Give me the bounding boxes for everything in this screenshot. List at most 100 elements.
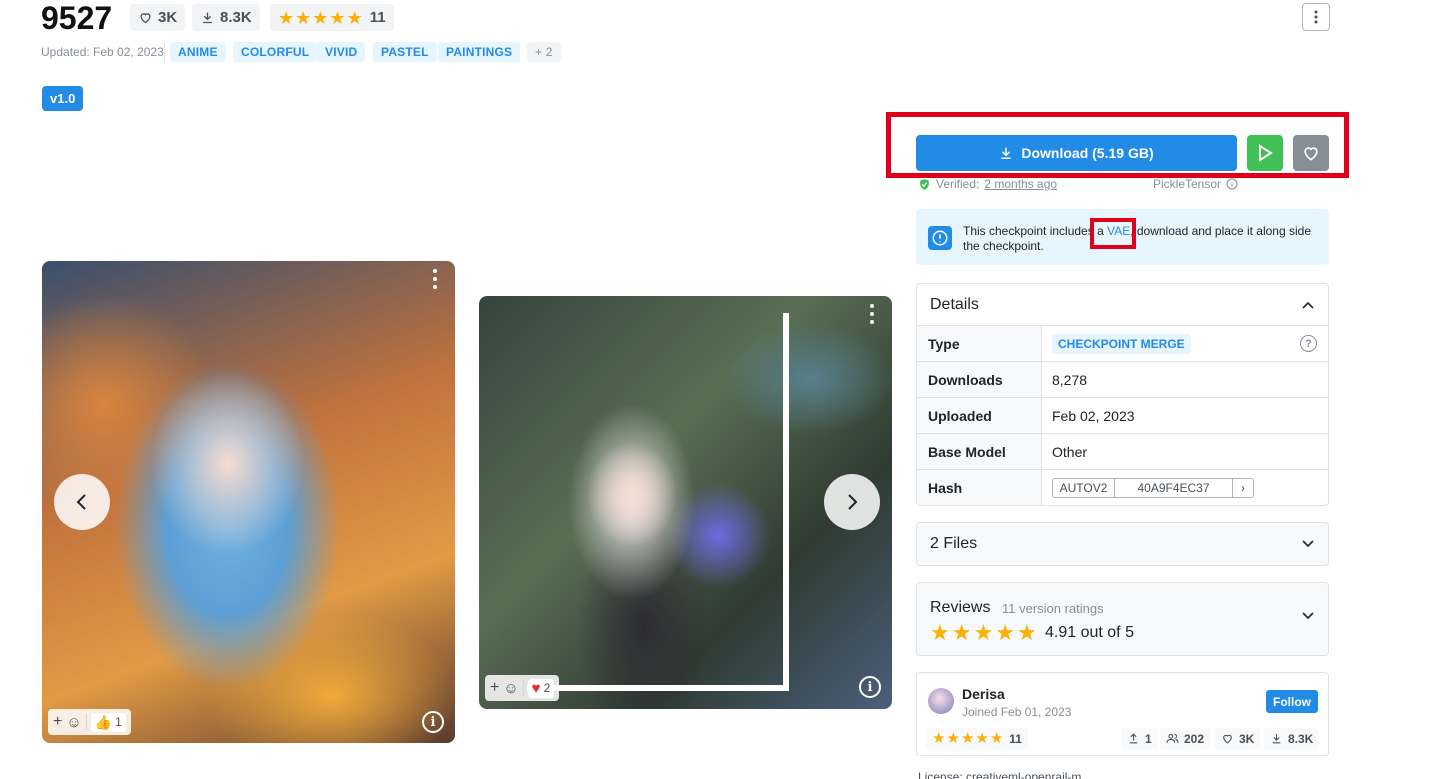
download-button[interactable]: Download (5.19 GB) [916,135,1237,171]
likes-count: 3K [158,9,178,26]
upload-icon [1129,733,1138,744]
star-icon: ★ [973,620,994,645]
verified-date-link[interactable]: 2 months ago [984,177,1057,191]
hash-selector[interactable]: AUTOV2 40A9F4EC37 › [1052,478,1254,498]
verified-status: Verified: 2 months ago [918,177,1057,191]
star-icon: ★ [989,730,1004,747]
info-icon[interactable] [1226,178,1238,190]
add-reaction-icon[interactable]: + [490,679,499,697]
hash-type[interactable]: AUTOV2 [1053,479,1115,497]
avatar[interactable] [928,688,954,714]
star-icon: ★ [346,7,363,28]
creator-likes: 3K [1215,728,1261,749]
carousel-next-button[interactable] [824,474,880,530]
downloads-badge: 8.3K [192,4,260,31]
favorite-button[interactable] [1293,135,1329,171]
download-icon [203,12,212,24]
like-reaction[interactable]: 👍 1 [90,712,126,732]
more-options-button[interactable] [1302,3,1330,31]
likes-badge: 3K [130,4,186,31]
thumbs-up-icon: 👍 [94,713,113,730]
chevron-left-icon [76,494,86,510]
reviews-stars: ★ ★ ★ ★ ★ [930,622,1037,644]
updated-date: Updated: Feb 02, 2023 [41,45,164,59]
image-frame [527,313,789,691]
follow-button[interactable]: Follow [1266,690,1318,713]
help-icon[interactable]: ? [1300,335,1317,352]
heart-icon [1304,147,1318,161]
details-row-base-model: Base Model Other [917,434,1328,470]
version-tab[interactable]: v1.0 [42,86,84,111]
creator-joined: Joined Feb 01, 2023 [962,705,1072,719]
download-label: Download (5.19 GB) [1021,145,1154,161]
tag-paintings[interactable]: PAINTINGS [438,42,521,62]
star-icon: ★ [930,620,950,645]
heart-icon: ♥ [531,679,541,697]
image-reactions: + ☺ ♥ 2 [485,675,560,701]
more-vertical-icon [1314,10,1318,24]
reviews-accordion[interactable]: Reviews 11 version ratings ★ ★ ★ ★ ★ 4.91 ou… [916,582,1329,656]
emoji-icon[interactable]: ☺ [66,714,81,731]
star-icon: ★ [312,7,329,28]
rating-badge[interactable]: ★ ★ ★ ★ ★ 11 [270,4,394,31]
play-icon [1259,144,1273,162]
model-title: 9527 [41,0,113,36]
star-icon: ★ [278,7,295,28]
star-icon: ★ [960,730,975,747]
heart-icon [140,13,151,24]
more-tags-button[interactable]: + 2 [527,42,561,62]
chevron-up-icon [1302,301,1314,309]
rating-stars: ★ ★ ★ ★ ★ [278,9,363,27]
hash-value[interactable]: 40A9F4EC37 [1115,479,1233,497]
heart-icon [1223,734,1232,744]
heart-reaction[interactable]: ♥ 2 [527,678,555,698]
details-header[interactable]: Details [917,284,1328,326]
highlight-box [1090,218,1136,249]
creator-rating: ★ ★ ★ ★ ★ 11 [926,728,1028,749]
star-icon: ★ [329,7,346,28]
image-menu-icon[interactable] [431,269,439,289]
star-icon: ★ [932,730,946,747]
alert-info-icon [928,226,952,250]
details-row-type: Type CHECKPOINT MERGE ? [917,326,1328,362]
emoji-icon[interactable]: ☺ [503,680,518,697]
image-info-icon[interactable]: i [859,676,881,698]
chevron-down-icon [1302,612,1314,620]
users-icon [1166,733,1179,743]
run-button[interactable] [1247,135,1283,171]
chevron-right-icon [848,494,858,510]
tag-colorful[interactable]: COLORFUL [233,42,318,62]
details-row-uploaded: Uploaded Feb 02, 2023 [917,398,1328,434]
tag-anime[interactable]: ANIME [170,42,226,62]
files-accordion[interactable]: 2 Files [916,522,1329,566]
image-menu-icon[interactable] [868,304,876,324]
details-row-hash: Hash AUTOV2 40A9F4EC37 › [917,470,1328,505]
chevron-down-icon [1302,540,1314,548]
tag-pastel[interactable]: PASTEL [373,42,437,62]
creator-name[interactable]: Derisa [962,686,1005,702]
star-icon: ★ [975,730,989,747]
creator-card: Derisa Joined Feb 01, 2023 Follow ★ ★ ★ ★ ★ … [916,672,1329,756]
details-panel: Details Type CHECKPOINT MERGE ? Download… [916,283,1329,506]
downloads-count: 8.3K [220,9,252,26]
type-badge: CHECKPOINT MERGE [1052,333,1191,354]
image-reactions: + ☺ 👍 1 [48,709,131,735]
creator-followers: 202 [1160,728,1211,749]
license-text[interactable]: License: creativeml-openrail-m [918,770,1081,779]
creator-uploads: 1 [1121,728,1158,749]
tag-vivid[interactable]: VIVID [317,42,366,62]
star-icon: ★ [295,7,312,28]
files-label: 2 Files [930,535,978,552]
star-icon: ★ [1016,620,1037,645]
image-info-icon[interactable]: i [422,711,444,733]
add-reaction-icon[interactable]: + [53,713,62,731]
reviews-score: 4.91 out of 5 [1045,624,1134,641]
file-format: PickleTensor [1153,177,1238,191]
rating-count: 11 [369,9,386,26]
details-title: Details [930,295,979,313]
shield-check-icon [920,178,929,190]
chevron-right-icon[interactable]: › [1233,479,1253,497]
download-icon [1001,147,1012,159]
carousel-prev-button[interactable] [54,474,110,530]
details-row-downloads: Downloads 8,278 [917,362,1328,398]
